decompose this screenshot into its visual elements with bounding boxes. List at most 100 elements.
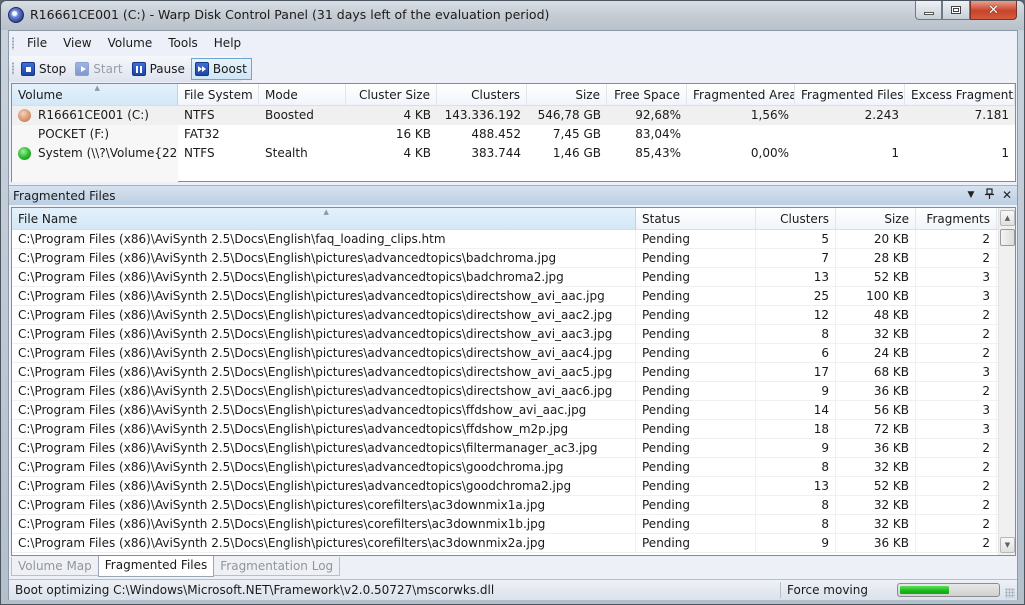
file-row[interactable]: C:\Program Files (x86)\AviSynth 2.5\Docs… <box>12 496 1015 515</box>
column-header-fragmented-files[interactable]: Fragmented Files <box>795 84 905 105</box>
column-header-cluster-size[interactable]: Cluster Size <box>346 84 437 105</box>
cell-file-name: C:\Program Files (x86)\AviSynth 2.5\Docs… <box>12 287 636 305</box>
file-row[interactable]: C:\Program Files (x86)\AviSynth 2.5\Docs… <box>12 382 1015 401</box>
toolbar-grip-icon[interactable] <box>12 62 14 75</box>
cell-size: 36 KB <box>836 382 916 400</box>
files-list-header: ▲ File Name Status Clusters Size Fragment… <box>12 208 1015 230</box>
cell-size: 32 KB <box>836 496 916 514</box>
menu-file[interactable]: File <box>19 36 55 50</box>
app-icon[interactable] <box>8 7 24 23</box>
file-row[interactable]: C:\Program Files (x86)\AviSynth 2.5\Docs… <box>12 344 1015 363</box>
column-header-file-system[interactable]: File System <box>178 84 259 105</box>
volume-row[interactable]: POCKET (F:) FAT32 16 KB 488.452 7,45 GB 83,04… <box>12 125 1015 144</box>
file-row[interactable]: C:\Program Files (x86)\AviSynth 2.5\Docs… <box>12 515 1015 534</box>
maximize-button[interactable] <box>942 1 970 20</box>
cell-file-name: C:\Program Files (x86)\AviSynth 2.5\Docs… <box>12 477 636 495</box>
tab-fragmentation-log[interactable]: Fragmentation Log <box>213 557 341 576</box>
file-row[interactable]: C:\Program Files (x86)\AviSynth 2.5\Docs… <box>12 268 1015 287</box>
file-row[interactable]: C:\Program Files (x86)\AviSynth 2.5\Docs… <box>12 325 1015 344</box>
column-header-size[interactable]: Size <box>836 208 916 229</box>
file-row[interactable]: C:\Program Files (x86)\AviSynth 2.5\Docs… <box>12 420 1015 439</box>
column-header-file-name[interactable]: ▲ File Name <box>12 208 636 229</box>
cell-fragmented-files: 1 <box>891 146 899 160</box>
file-row[interactable]: C:\Program Files (x86)\AviSynth 2.5\Docs… <box>12 287 1015 306</box>
cell-fragments: 2 <box>916 515 997 533</box>
cell-fragments: 2 <box>916 306 997 324</box>
column-header-clusters[interactable]: Clusters <box>437 84 527 105</box>
volume-status-orange-icon <box>18 109 31 122</box>
cell-size: 72 KB <box>836 420 916 438</box>
tab-volume-map[interactable]: Volume Map <box>11 557 99 576</box>
column-header-clusters[interactable]: Clusters <box>756 208 836 229</box>
cell-free-space: 83,04% <box>635 127 681 141</box>
file-row[interactable]: C:\Program Files (x86)\AviSynth 2.5\Docs… <box>12 439 1015 458</box>
cell-free-space: 92,68% <box>635 108 681 122</box>
column-header-free-space[interactable]: Free Space <box>607 84 687 105</box>
volume-row[interactable]: System (\\?\Volume{22c... NTFS Stealth 4 KB… <box>12 144 1015 163</box>
cell-fragments: 3 <box>916 401 997 419</box>
file-row[interactable]: C:\Program Files (x86)\AviSynth 2.5\Docs… <box>12 306 1015 325</box>
cell-clusters: 18 <box>756 420 836 438</box>
file-row[interactable]: C:\Program Files (x86)\AviSynth 2.5\Docs… <box>12 534 1015 553</box>
stop-icon <box>21 62 35 76</box>
menu-view[interactable]: View <box>55 36 99 50</box>
column-header-status[interactable]: Status <box>636 208 756 229</box>
cell-fragments: 2 <box>916 230 997 248</box>
minimize-button[interactable] <box>915 1 942 20</box>
cell-mode <box>259 125 346 144</box>
cell-clusters: 25 <box>756 287 836 305</box>
menu-volume[interactable]: Volume <box>100 36 161 50</box>
client-area: File View Volume Tools Help Stop Start P… <box>8 30 1018 600</box>
title-bar[interactable]: R16661CE001 (C:) - Warp Disk Control Pan… <box>1 1 1024 30</box>
cell-size: 48 KB <box>836 306 916 324</box>
volume-row[interactable]: R16661CE001 (C:) NTFS Boosted 4 KB 143.336.1… <box>12 106 1015 125</box>
resize-grip-icon[interactable] <box>1005 588 1015 598</box>
column-header-fragments[interactable]: Fragments <box>916 208 997 229</box>
bottom-tabs: Volume Map Fragmented Files Fragmentatio… <box>11 556 341 577</box>
status-bar: Boot optimizing C:\Windows\Microsoft.NET… <box>9 579 1017 600</box>
panel-pin-icon[interactable] <box>983 188 995 203</box>
app-window: R16661CE001 (C:) - Warp Disk Control Pan… <box>0 0 1025 605</box>
column-header-fragmented-area[interactable]: Fragmented Area <box>687 84 795 105</box>
cell-free-space: 85,43% <box>635 146 681 160</box>
pause-button[interactable]: Pause <box>129 58 189 80</box>
file-row[interactable]: C:\Program Files (x86)\AviSynth 2.5\Docs… <box>12 230 1015 249</box>
cell-fragmented-files: 2.243 <box>864 108 899 122</box>
file-row[interactable]: C:\Program Files (x86)\AviSynth 2.5\Docs… <box>12 401 1015 420</box>
cell-fragmented-area: 0,00% <box>750 146 789 160</box>
scroll-down-arrow-icon[interactable]: ▼ <box>1000 537 1015 553</box>
window-title: R16661CE001 (C:) - Warp Disk Control Pan… <box>30 7 550 22</box>
column-header-mode[interactable]: Mode <box>259 84 346 105</box>
stop-button[interactable]: Stop <box>18 58 70 80</box>
start-button[interactable]: Start <box>72 58 126 80</box>
vertical-scrollbar[interactable]: ▲ ▼ <box>998 208 1015 555</box>
cell-fragments: 2 <box>916 458 997 476</box>
cell-file-name: C:\Program Files (x86)\AviSynth 2.5\Docs… <box>12 515 636 533</box>
cell-clusters: 12 <box>756 306 836 324</box>
cell-status: Pending <box>636 363 756 381</box>
cell-file-name: C:\Program Files (x86)\AviSynth 2.5\Docs… <box>12 458 636 476</box>
file-row[interactable]: C:\Program Files (x86)\AviSynth 2.5\Docs… <box>12 363 1015 382</box>
close-button[interactable]: ✕ <box>970 1 1017 20</box>
scrollbar-thumb[interactable] <box>1000 229 1015 246</box>
panel-close-icon[interactable]: ✕ <box>1001 188 1013 203</box>
cell-file-name: C:\Program Files (x86)\AviSynth 2.5\Docs… <box>12 496 636 514</box>
boost-button[interactable]: Boost <box>190 58 252 80</box>
cell-size: 24 KB <box>836 344 916 362</box>
column-header-volume[interactable]: ▲ Volume <box>12 84 178 105</box>
tab-fragmented-files[interactable]: Fragmented Files <box>97 556 215 577</box>
menu-grip-icon[interactable] <box>12 37 14 50</box>
scroll-up-arrow-icon[interactable]: ▲ <box>1000 210 1015 226</box>
cell-size: 36 KB <box>836 534 916 552</box>
file-row[interactable]: C:\Program Files (x86)\AviSynth 2.5\Docs… <box>12 249 1015 268</box>
column-header-excess-fragments[interactable]: Excess Fragments <box>905 84 1015 105</box>
cell-mode: Stealth <box>265 146 308 160</box>
menu-tools[interactable]: Tools <box>160 36 206 50</box>
file-row[interactable]: C:\Program Files (x86)\AviSynth 2.5\Docs… <box>12 477 1015 496</box>
volume-list-empty-area <box>12 163 178 182</box>
column-header-size[interactable]: Size <box>527 84 607 105</box>
file-row[interactable]: C:\Program Files (x86)\AviSynth 2.5\Docs… <box>12 458 1015 477</box>
panel-menu-dropdown-icon[interactable]: ▼ <box>965 188 977 203</box>
cell-volume-name: POCKET (F:) <box>12 125 178 144</box>
menu-help[interactable]: Help <box>206 36 249 50</box>
